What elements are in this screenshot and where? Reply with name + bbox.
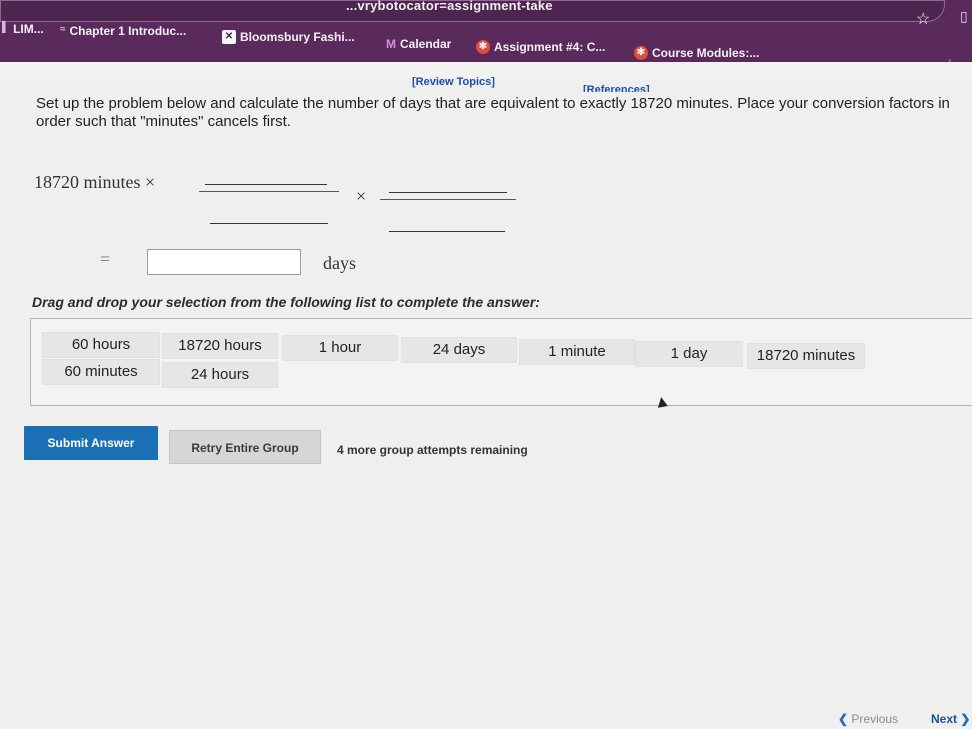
address-bar[interactable]: ...vrybotocator=assignment-take ☆ xyxy=(0,0,945,28)
bookmark-label: Assignment #4: C... xyxy=(494,40,606,54)
chevron-left-icon: ❮ xyxy=(838,712,849,726)
option-chip[interactable]: 24 days xyxy=(401,337,517,363)
option-chip[interactable]: 24 hours xyxy=(162,362,278,388)
chevron-right-icon: ❯ xyxy=(960,712,971,726)
bookmark-icon: ▌ xyxy=(2,22,10,33)
bookmark-label: Calendar xyxy=(400,37,452,51)
bookmarks-bar: ▌ LIM... ≈ Chapter 1 Introduc... ✕ Bloom… xyxy=(0,22,972,62)
numerator-blank-1[interactable] xyxy=(205,184,327,185)
bookmark-label: Bloomsbury Fashi... xyxy=(240,30,355,44)
previous-button[interactable]: ❮ Previous xyxy=(838,712,898,726)
option-chip[interactable]: 18720 minutes xyxy=(747,343,865,369)
equation-start: 18720 minutes × xyxy=(34,172,156,192)
attempts-remaining: 4 more group attempts remaining xyxy=(337,443,528,457)
review-topics-link[interactable]: [Review Topics] xyxy=(412,76,495,88)
answer-tray: 60 hours 18720 hours 1 hour 24 days 1 mi… xyxy=(30,318,972,406)
option-chip[interactable]: 18720 hours xyxy=(162,333,278,359)
bookmark-5[interactable]: ✻ Course Modules:... xyxy=(634,46,759,60)
bookmark-2[interactable]: ✕ Bloomsbury Fashi... xyxy=(222,30,355,44)
question-text: Set up the problem below and calculate t… xyxy=(36,95,950,130)
main-content: Set up the problem below and calculate t… xyxy=(0,92,972,729)
bookmark-4[interactable]: ✻ Assignment #4: C... xyxy=(476,40,605,54)
bookmark-label: Chapter 1 Introduc... xyxy=(69,24,187,38)
next-label: Next xyxy=(931,712,958,726)
option-chip[interactable]: 1 minute xyxy=(519,339,635,365)
previous-label: Previous xyxy=(851,712,899,726)
flag-icon: ≈ xyxy=(60,24,66,35)
mouse-cursor-icon xyxy=(656,396,668,408)
bookmark-3[interactable]: M Calendar xyxy=(386,37,451,51)
m-logo-icon: M xyxy=(386,37,396,51)
equals-sign: = xyxy=(100,249,111,269)
times-sign: × xyxy=(356,186,367,206)
retry-group-button[interactable]: Retry Entire Group xyxy=(169,430,321,464)
bookmark-1[interactable]: ≈ Chapter 1 Introduc... xyxy=(60,24,186,38)
fraction-bar-2 xyxy=(380,199,516,200)
option-chip[interactable]: 1 day xyxy=(635,341,743,367)
bookmark-label: LIM... xyxy=(13,22,44,36)
option-chip[interactable]: 60 minutes xyxy=(42,359,160,385)
submit-answer-button[interactable]: Submit Answer xyxy=(24,426,158,460)
bookmark-0[interactable]: ▌ LIM... xyxy=(2,22,44,36)
option-chip[interactable]: 60 hours xyxy=(42,332,160,358)
fraction-bar-1 xyxy=(199,191,339,192)
option-chip[interactable]: 1 hour xyxy=(282,335,398,361)
page-icon: ✕ xyxy=(222,30,236,44)
gear-badge-icon: ✻ xyxy=(476,40,490,54)
drag-instructions: Drag and drop your selection from the fo… xyxy=(32,294,540,310)
answer-unit: days xyxy=(323,253,356,273)
gear-badge-icon: ✻ xyxy=(634,46,648,60)
bookmark-label: Course Modules:... xyxy=(652,46,760,60)
answer-input[interactable] xyxy=(147,249,301,275)
denominator-blank-2[interactable] xyxy=(389,231,505,232)
url-text: ...vrybotocator=assignment-take xyxy=(346,0,553,13)
denominator-blank-1[interactable] xyxy=(210,223,328,224)
numerator-blank-2[interactable] xyxy=(389,192,507,193)
next-button[interactable]: Next ❯ xyxy=(931,712,970,726)
